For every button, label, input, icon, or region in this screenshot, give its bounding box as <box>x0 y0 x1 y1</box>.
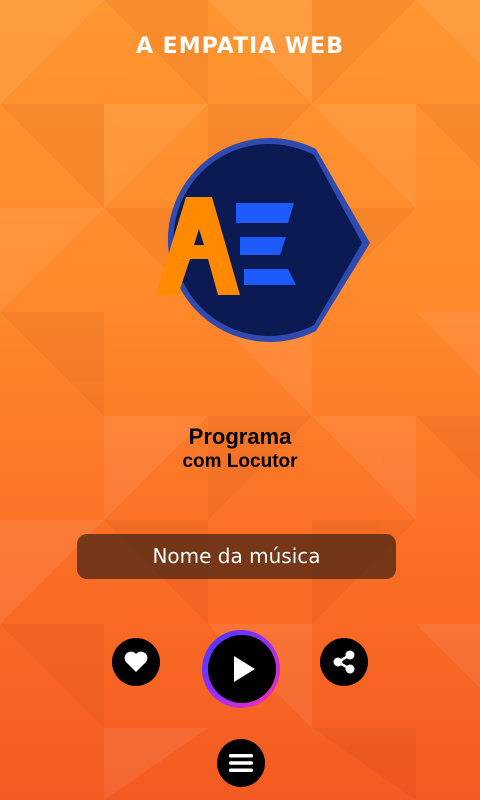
program-info: Programa com Locutor <box>0 424 480 474</box>
heart-icon <box>124 651 148 672</box>
now-playing-song: Nome da música <box>77 534 396 579</box>
share-icon <box>333 650 355 674</box>
program-host: com Locutor <box>182 451 298 472</box>
play-button[interactable] <box>200 628 282 710</box>
station-logo <box>156 138 370 342</box>
menu-button[interactable] <box>217 739 265 787</box>
play-icon <box>202 630 280 708</box>
hamburger-menu-icon <box>229 754 253 772</box>
program-name: Programa <box>188 424 292 449</box>
like-button[interactable] <box>112 638 160 686</box>
share-button[interactable] <box>320 638 368 686</box>
app-title: A EMPATIA WEB <box>136 34 344 59</box>
